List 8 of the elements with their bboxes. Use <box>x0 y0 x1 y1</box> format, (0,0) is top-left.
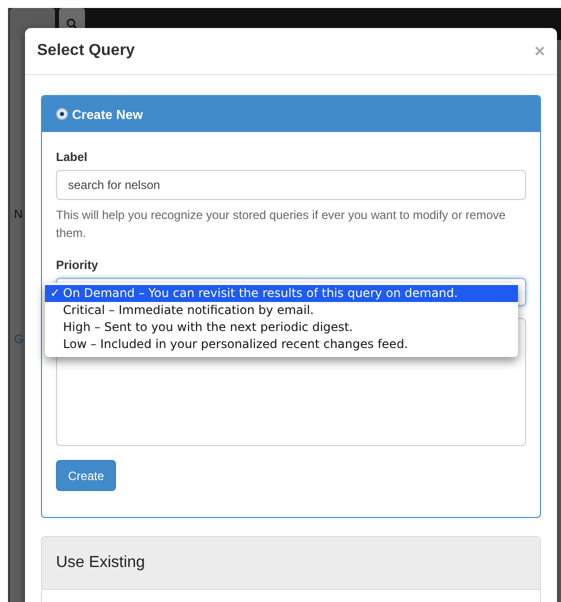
panel-title: Use Existing <box>56 554 145 572</box>
background-text: G <box>14 332 24 346</box>
panel-title: Create New <box>72 106 143 122</box>
background-text: N <box>14 207 23 221</box>
help-text: This will help you recognize your stored queries if ever you want to modify or remove them. <box>56 207 507 242</box>
modal-title: Select Query <box>37 42 135 60</box>
field-label: Priority <box>56 258 100 272</box>
field-label: Label <box>56 150 88 164</box>
